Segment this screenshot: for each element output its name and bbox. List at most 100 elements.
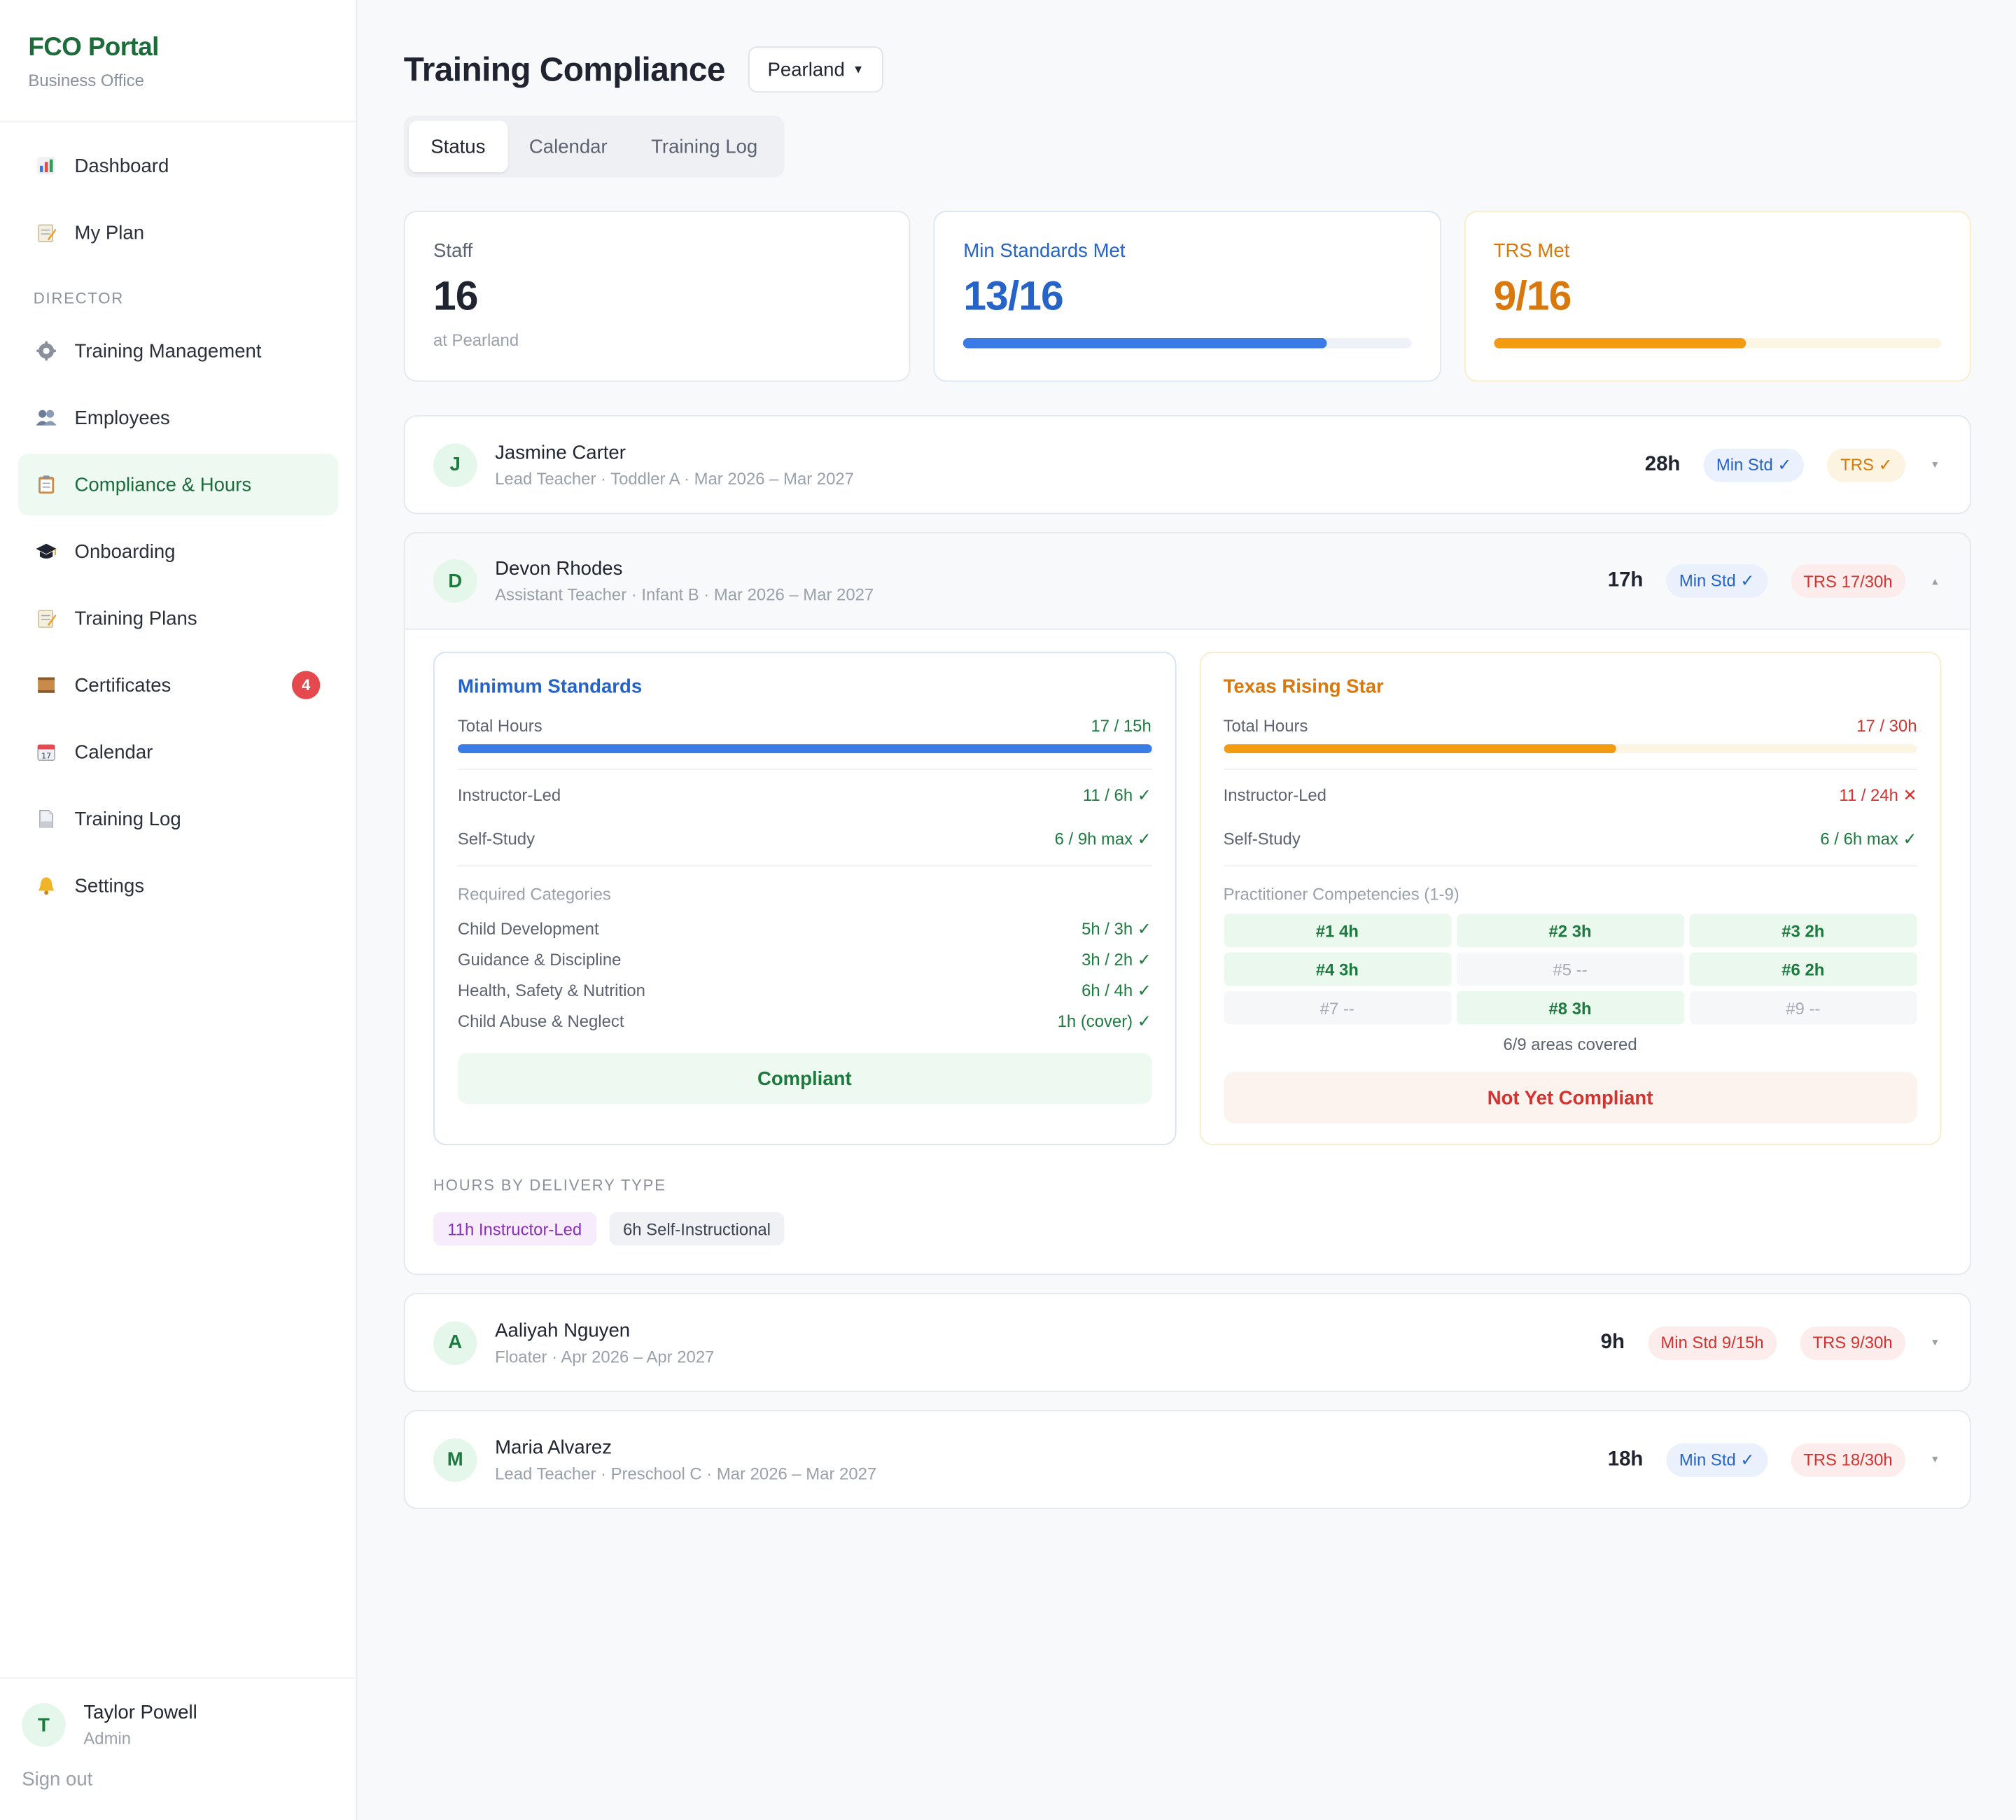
compliance-panels: Minimum Standards Total Hours 17 / 15h I… xyxy=(433,651,1942,1146)
certificate-icon xyxy=(34,672,59,698)
sidebar-item-calendar[interactable]: 17 Calendar xyxy=(18,721,338,783)
row-label: Total Hours xyxy=(457,715,542,736)
user-panel: T Taylor Powell Admin Sign out xyxy=(0,1677,356,1820)
sidebar-item-label: Training Plans xyxy=(74,607,197,629)
employee-row-header[interactable]: A Aaliyah Nguyen Floater · Apr 2026 – Ap… xyxy=(405,1294,1970,1391)
panel-title: Texas Rising Star xyxy=(1223,676,1384,699)
sign-out-link[interactable]: Sign out xyxy=(22,1769,334,1791)
brand-subtitle: Business Office xyxy=(28,70,144,90)
user-info: Taylor Powell Admin xyxy=(83,1702,197,1748)
sidebar-item-label: Certificates xyxy=(74,674,172,696)
min-std-badge: Min Std 9/15h xyxy=(1647,1326,1777,1359)
competency-cell: #5 -- xyxy=(1456,952,1684,986)
stat-value: 13/16 xyxy=(963,272,1063,319)
employee-row-header[interactable]: D Devon Rhodes Assistant Teacher · Infan… xyxy=(405,533,1970,630)
user-name: Taylor Powell xyxy=(83,1702,197,1724)
sidebar-item-certificates[interactable]: Certificates 4 xyxy=(18,654,338,716)
chevron-down-icon[interactable]: ▾ xyxy=(1928,458,1941,472)
sidebar-item-compliance-hours[interactable]: Compliance & Hours xyxy=(18,454,339,516)
chevron-down-icon[interactable]: ▾ xyxy=(1928,1452,1941,1466)
row-label: Self-Study xyxy=(1223,829,1301,848)
trs-progress-bar xyxy=(1493,337,1942,349)
stat-value: 9/16 xyxy=(1493,272,1572,319)
min-std-badge: Min Std ✓ xyxy=(1703,447,1805,482)
location-select[interactable]: Pearland ▼ xyxy=(748,46,883,93)
employee-row-header[interactable]: J Jasmine Carter Lead Teacher · Toddler … xyxy=(405,416,1970,513)
competency-cell: #3 2h xyxy=(1689,913,1917,948)
employee-detail: Minimum Standards Total Hours 17 / 15h I… xyxy=(405,630,1970,1274)
certificates-count-badge: 4 xyxy=(291,671,321,699)
row-label: Guidance & Discipline xyxy=(457,949,622,969)
trs-status: Not Yet Compliant xyxy=(1223,1072,1917,1124)
tab-status[interactable]: Status xyxy=(409,120,507,173)
row-value: 6h / 4h ✓ xyxy=(1082,981,1152,1000)
divider xyxy=(457,864,1152,867)
sidebar-item-dashboard[interactable]: Dashboard xyxy=(18,135,338,197)
sidebar-item-label: Dashboard xyxy=(74,155,169,177)
chevron-up-icon[interactable]: ▴ xyxy=(1928,574,1941,588)
sidebar-item-training-management[interactable]: Training Management xyxy=(18,320,338,382)
employee-info: Devon Rhodes Assistant Teacher · Infant … xyxy=(495,558,1608,604)
page-title: Training Compliance xyxy=(403,49,726,88)
competency-grid: #1 4h #2 3h #3 2h #4 3h #5 -- #6 2h #7 -… xyxy=(1223,913,1917,1025)
row-value: 3h / 2h ✓ xyxy=(1082,949,1152,969)
instructor-led-row: Instructor-Led 11 / 6h ✓ xyxy=(458,785,1152,806)
competency-cell: #9 -- xyxy=(1689,990,1917,1025)
row-value: 17 / 15h xyxy=(1091,715,1152,736)
row-value: 1h (cover) ✓ xyxy=(1057,1011,1152,1031)
brand-title[interactable]: FCO Portal xyxy=(28,34,328,63)
delivery-type-label: HOURS BY DELIVERY TYPE xyxy=(433,1176,666,1194)
sidebar-item-label: Compliance & Hours xyxy=(74,473,252,496)
employee-hours: 9h xyxy=(1600,1331,1625,1353)
employee-info: Maria Alvarez Lead Teacher · Preschool C… xyxy=(495,1436,1608,1483)
delivery-tag: 11h Instructor-Led xyxy=(433,1212,596,1246)
sidebar-item-settings[interactable]: Settings xyxy=(18,855,338,916)
sidebar-item-my-plan[interactable]: My Plan xyxy=(18,202,338,263)
people-icon xyxy=(34,405,59,430)
main-content: Training Compliance Pearland ▼ Status Ca… xyxy=(358,0,2016,1820)
row-value: 11 / 24h ✕ xyxy=(1839,785,1917,805)
tab-training-log[interactable]: Training Log xyxy=(629,121,780,172)
min-std-badge: Min Std ✓ xyxy=(1666,564,1768,598)
stat-card-staff: Staff 16 at Pearland xyxy=(403,211,911,382)
employee-info: Aaliyah Nguyen Floater · Apr 2026 – Apr … xyxy=(495,1320,1600,1366)
avatar: D xyxy=(433,559,477,603)
sidebar-item-label: Training Management xyxy=(74,340,262,362)
user-role: Admin xyxy=(83,1728,132,1749)
sidebar-item-label: Settings xyxy=(74,874,145,897)
sidebar-item-onboarding[interactable]: Onboarding xyxy=(18,521,338,582)
employee-hours: 17h xyxy=(1607,569,1644,592)
sidebar-item-training-plans[interactable]: Training Plans xyxy=(18,587,338,649)
panel-title: Minimum Standards xyxy=(457,676,643,699)
total-hours-bar xyxy=(1223,744,1917,754)
svg-text:17: 17 xyxy=(41,751,51,760)
user-row: T Taylor Powell Admin xyxy=(22,1702,334,1748)
progress-fill xyxy=(963,337,1328,349)
employee-row-header[interactable]: M Maria Alvarez Lead Teacher · Preschool… xyxy=(405,1411,1970,1508)
areas-covered: 6/9 areas covered xyxy=(1503,1035,1637,1054)
sidebar-item-label: Employees xyxy=(74,407,170,429)
trs-badge: TRS 9/30h xyxy=(1800,1326,1905,1359)
sidebar-item-label: Onboarding xyxy=(74,540,176,563)
divider xyxy=(457,769,1152,770)
row-value: 6 / 6h max ✓ xyxy=(1820,829,1917,848)
competency-cell: #6 2h xyxy=(1689,952,1917,986)
delivery-tag: 6h Self-Instructional xyxy=(608,1212,785,1246)
chevron-down-icon[interactable]: ▾ xyxy=(1928,1336,1941,1350)
row-label: Instructor-Led xyxy=(1223,785,1326,805)
sidebar-item-training-log[interactable]: Training Log xyxy=(18,788,338,850)
employee-card: M Maria Alvarez Lead Teacher · Preschool… xyxy=(403,1410,1971,1509)
grad-cap-icon xyxy=(34,538,59,564)
row-value: 17 / 30h xyxy=(1856,715,1917,736)
category-row: Child Development 5h / 3h ✓ xyxy=(458,919,1152,939)
memo-icon xyxy=(34,606,59,631)
divider xyxy=(1223,864,1917,867)
divider xyxy=(1223,769,1917,770)
employee-meta: Lead Teacher · Toddler A · Mar 2026 – Ma… xyxy=(495,468,854,488)
row-label: Child Abuse & Neglect xyxy=(457,1011,624,1031)
tab-calendar[interactable]: Calendar xyxy=(507,121,629,172)
sidebar-item-employees[interactable]: Employees xyxy=(18,387,338,449)
employee-card: J Jasmine Carter Lead Teacher · Toddler … xyxy=(403,415,1971,514)
employee-meta: Floater · Apr 2026 – Apr 2027 xyxy=(495,1346,715,1366)
nav-section-director: DIRECTOR xyxy=(33,289,125,307)
